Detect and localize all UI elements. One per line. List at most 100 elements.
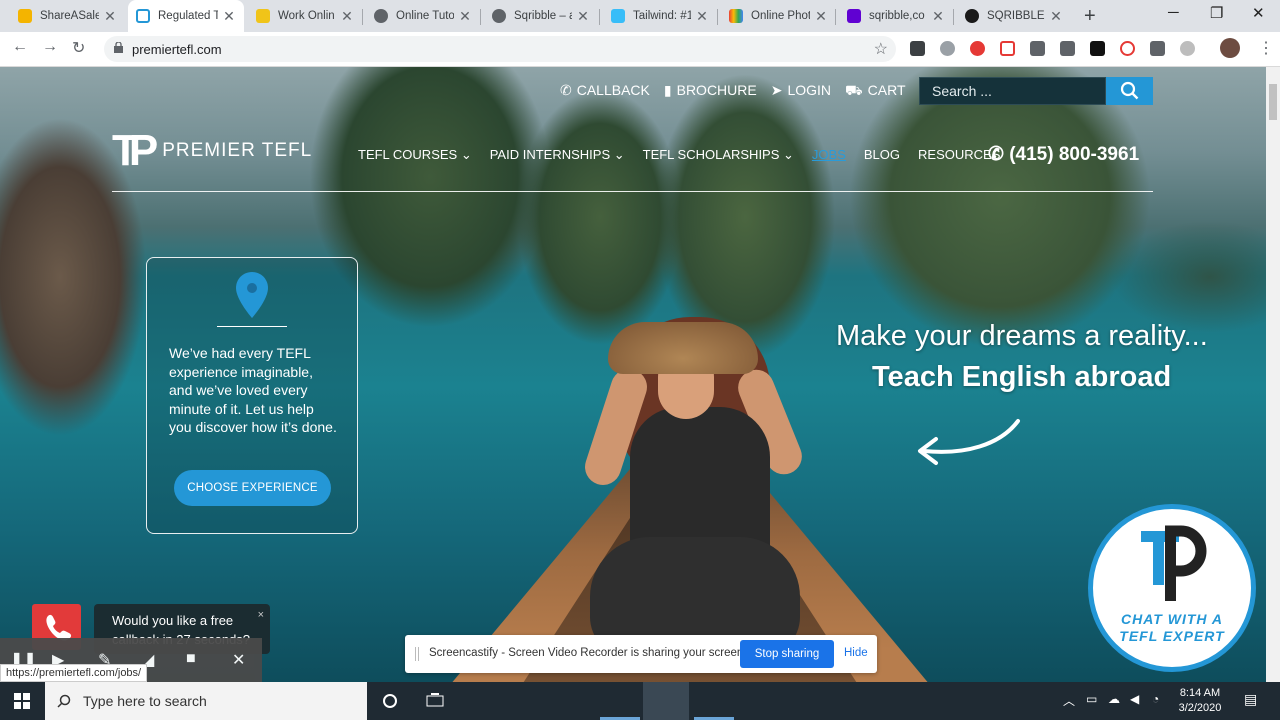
nav-jobs[interactable]: JOBS bbox=[812, 147, 846, 163]
tray-chevron-icon[interactable]: ︿ bbox=[1063, 692, 1075, 709]
close-icon[interactable]: ✕ bbox=[576, 8, 590, 25]
stop-sharing-button[interactable]: Stop sharing bbox=[740, 640, 834, 668]
taskbar-search[interactable]: Type here to search bbox=[45, 682, 367, 720]
tab-work-online[interactable]: Work Onlin ✕ bbox=[248, 0, 362, 32]
taskbar: Type here to search ︿ ▭ ☁ ◀ ◔ 8:14 AM 3/2… bbox=[0, 682, 1280, 720]
close-icon[interactable]: ✕ bbox=[340, 8, 354, 25]
nav-tefl-scholarships[interactable]: TEFL SCHOLARSHIPS ⌄ bbox=[643, 147, 794, 163]
back-icon[interactable]: ← bbox=[12, 38, 28, 56]
phone-number[interactable]: ✆ (415) 800-3961 bbox=[988, 143, 1139, 166]
tab-divider bbox=[362, 9, 363, 25]
globe-icon bbox=[374, 9, 388, 23]
globe-icon bbox=[492, 9, 506, 23]
close-icon[interactable]: ✕ bbox=[814, 8, 828, 25]
search-button[interactable] bbox=[1106, 77, 1153, 105]
extension-icon[interactable] bbox=[1030, 41, 1045, 56]
clock[interactable]: 8:14 AM 3/2/2020 bbox=[1170, 686, 1230, 716]
yahoo-icon bbox=[847, 9, 861, 23]
extension-icon[interactable] bbox=[1150, 41, 1165, 56]
close-icon[interactable]: ✕ bbox=[232, 650, 245, 670]
top-links: ✆ CALLBACK ▮ BROCHURE ➤ LOGIN ⛟ CART bbox=[560, 82, 906, 101]
nav-tefl-courses[interactable]: TEFL COURSES ⌄ bbox=[358, 147, 472, 163]
new-tab-button[interactable]: + bbox=[1084, 5, 1096, 28]
extension-icon[interactable] bbox=[1090, 41, 1105, 56]
tailwind-icon bbox=[611, 9, 625, 23]
tab-divider bbox=[835, 9, 836, 25]
cart-icon: ⛟ bbox=[845, 82, 863, 98]
cart-link[interactable]: ⛟ CART bbox=[845, 82, 905, 101]
extension-icon[interactable] bbox=[970, 41, 985, 56]
tab-divider bbox=[480, 9, 481, 25]
close-icon[interactable]: ✕ bbox=[695, 8, 709, 25]
tab-tailwind[interactable]: Tailwind: #1 ✕ bbox=[603, 0, 717, 32]
camera-icon[interactable]: ■ bbox=[186, 650, 196, 668]
lock-icon bbox=[114, 42, 123, 53]
location-pin-icon bbox=[236, 272, 268, 318]
extension-icon[interactable] bbox=[1060, 41, 1075, 56]
tab-sqribble-2[interactable]: SQRIBBLE -✕ bbox=[957, 0, 1071, 32]
headline: Teach English abroad bbox=[872, 361, 1172, 393]
tagline: Make your dreams a reality... bbox=[836, 320, 1208, 352]
drag-handle[interactable] bbox=[415, 647, 419, 661]
chat-widget[interactable]: CHAT WITH A TEFL EXPERT bbox=[1088, 504, 1256, 672]
close-icon[interactable]: ✕ bbox=[222, 8, 236, 25]
address-bar[interactable]: premiertefl.com ☆ bbox=[104, 36, 896, 62]
sharing-message: Screencastify - Screen Video Recorder is… bbox=[429, 647, 747, 659]
extension-icon[interactable] bbox=[1000, 41, 1015, 56]
avatar[interactable] bbox=[1220, 38, 1240, 58]
browser-toolbar: ← → ↻ premiertefl.com ☆ ⋮ bbox=[0, 32, 1280, 67]
header-divider bbox=[112, 191, 1153, 192]
scrollbar-thumb[interactable] bbox=[1269, 84, 1277, 120]
nav-paid-internships[interactable]: PAID INTERNSHIPS ⌄ bbox=[490, 147, 625, 163]
hide-link[interactable]: Hide bbox=[844, 647, 868, 659]
tab-divider bbox=[599, 9, 600, 25]
close-window-icon[interactable]: ✕ bbox=[1252, 4, 1265, 22]
bookmark-star-icon[interactable]: ☆ bbox=[874, 39, 888, 59]
brochure-link[interactable]: ▮ BROCHURE bbox=[664, 82, 757, 101]
callback-link[interactable]: ✆ CALLBACK bbox=[560, 82, 650, 101]
menu-icon[interactable]: ⋮ bbox=[1258, 38, 1274, 58]
page-scrollbar[interactable] bbox=[1266, 67, 1280, 682]
forward-icon[interactable]: → bbox=[42, 38, 58, 56]
volume-icon[interactable]: ◀ bbox=[1130, 692, 1139, 706]
extension-icon[interactable] bbox=[1120, 41, 1135, 56]
tab-online-tutor[interactable]: Online Tuto ✕ bbox=[366, 0, 480, 32]
card-divider bbox=[217, 326, 287, 327]
url-text: premiertefl.com bbox=[132, 42, 222, 57]
star-icon bbox=[18, 9, 32, 23]
battery-icon[interactable]: ▭ bbox=[1086, 692, 1097, 706]
task-view-icon[interactable] bbox=[426, 693, 444, 709]
sqribble-icon bbox=[965, 9, 979, 23]
extension-icon[interactable] bbox=[940, 41, 955, 56]
close-icon[interactable]: ✕ bbox=[458, 8, 472, 25]
cloud-icon[interactable]: ☁ bbox=[1108, 692, 1120, 706]
choose-experience-button[interactable]: CHOOSE EXPERIENCE bbox=[174, 470, 331, 506]
search-icon bbox=[57, 694, 71, 708]
search-input[interactable] bbox=[919, 77, 1106, 105]
hat-image bbox=[608, 322, 758, 374]
windows-icon[interactable] bbox=[14, 693, 30, 709]
tab-sqribble[interactable]: Sqribble – a ✕ bbox=[484, 0, 598, 32]
wifi-icon[interactable]: ◔ bbox=[1152, 692, 1159, 706]
extension-icon[interactable] bbox=[910, 41, 925, 56]
close-icon[interactable]: ✕ bbox=[1049, 8, 1063, 25]
tab-regulated[interactable]: Regulated T ✕ bbox=[128, 0, 244, 32]
reload-icon[interactable]: ↻ bbox=[72, 38, 85, 58]
cortana-icon[interactable] bbox=[382, 693, 398, 709]
tab-yahoo[interactable]: sqribble,co ✕ bbox=[839, 0, 953, 32]
close-icon[interactable]: × bbox=[258, 606, 264, 625]
extension-icon[interactable] bbox=[1180, 41, 1195, 56]
taskbar-app-chrome[interactable] bbox=[643, 682, 689, 720]
tab-online-photo[interactable]: Online Phot ✕ bbox=[721, 0, 836, 32]
sharing-notice: Screencastify - Screen Video Recorder is… bbox=[405, 635, 877, 673]
main-nav: TEFL COURSES ⌄ PAID INTERNSHIPS ⌄ TEFL S… bbox=[358, 147, 1000, 163]
close-icon[interactable]: ✕ bbox=[931, 8, 945, 25]
tab-shareasale[interactable]: ShareASale ✕ bbox=[10, 0, 125, 32]
login-link[interactable]: ➤ LOGIN bbox=[771, 82, 831, 101]
notifications-icon[interactable]: ▤ bbox=[1244, 691, 1257, 708]
maximize-icon[interactable]: ❐ bbox=[1210, 4, 1223, 22]
close-icon[interactable]: ✕ bbox=[103, 8, 117, 25]
minimize-icon[interactable]: ─ bbox=[1168, 4, 1179, 21]
site-logo[interactable]: TP PREMIER TEFL bbox=[112, 129, 312, 173]
nav-blog[interactable]: BLOG bbox=[864, 147, 900, 163]
